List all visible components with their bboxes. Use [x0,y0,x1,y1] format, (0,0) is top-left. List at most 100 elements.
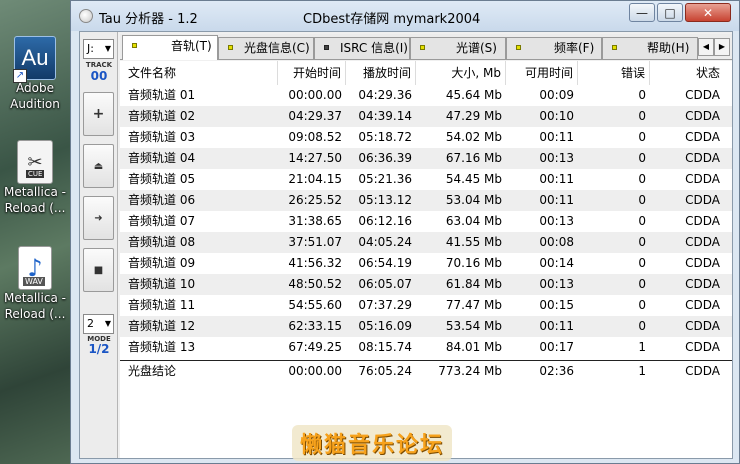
plus-icon: + [92,106,105,122]
table-row[interactable]: 音频轨道 09 41:56.32 06:54.19 70.16 Mb 00:14 0 CDD… [120,253,732,274]
cell-play-time: 04:39.14 [358,109,412,123]
tab-frequency[interactable]: 频率(F) [506,37,602,59]
cell-play-time: 05:16.09 [358,319,412,333]
cell-status: CDDA [685,151,720,165]
cell-errors: 0 [638,256,646,270]
cell-errors: 0 [638,109,646,123]
stop-button[interactable]: ■ [83,248,114,292]
chevron-left-icon[interactable]: ◀ [698,38,714,56]
table-row[interactable]: 音频轨道 13 67:49.25 08:15.74 84.01 Mb 00:17 1 CDD… [120,337,732,358]
maximize-button[interactable]: □ [657,3,683,22]
cell-available-time: 00:09 [539,88,574,102]
cell-errors: 1 [638,340,646,354]
cell-start-time: 67:49.25 [288,340,342,354]
column-header-play[interactable]: 播放时间 [346,61,416,85]
control-panel: J: ▼ TRACK 00 + ⏏ ➜ ■ 2 ▼ MODE 1/2 [80,32,118,458]
tau-analyzer-window: Tau 分析器 - 1.2 CDbest存储网 mymark2004 — □ ✕… [70,0,740,464]
eject-button[interactable]: ⏏ [83,144,114,188]
cell-start-time: 41:56.32 [288,256,342,270]
table-row[interactable]: 音频轨道 02 04:29.37 04:39.14 47.29 Mb 00:10 0 CDD… [120,106,732,127]
cell-errors: 0 [638,151,646,165]
cell-available-time: 02:36 [539,364,574,378]
tab-tracks[interactable]: 音轨(T) [122,35,218,60]
cell-available-time: 00:10 [539,109,574,123]
stop-icon: ■ [93,264,104,276]
column-header-status[interactable]: 状态 [650,61,726,85]
column-header-name[interactable]: 文件名称 [128,61,278,85]
cell-status: CDDA [685,130,720,144]
tab-disc-info[interactable]: 光盘信息(C) [218,37,314,59]
cell-play-time: 06:36.39 [358,151,412,165]
chevron-right-icon[interactable]: ▶ [714,38,730,56]
table-row[interactable]: 音频轨道 05 21:04.15 05:21.36 54.45 Mb 00:11 0 CDD… [120,169,732,190]
cell-size: 61.84 Mb [445,277,502,291]
column-header-errors[interactable]: 错误 [578,61,650,85]
desktop-icon-adobe-audition[interactable]: Au ↗ Adobe Audition [0,36,70,112]
table-row[interactable]: 音频轨道 01 00:00.00 04:29.36 45.64 Mb 00:09 0 CDD… [120,85,732,106]
title-bar[interactable]: Tau 分析器 - 1.2 CDbest存储网 mymark2004 — □ ✕ [71,1,739,31]
cell-available-time: 00:08 [539,235,574,249]
adobe-audition-icon: Au ↗ [13,36,56,83]
status-led-icon [324,45,329,50]
summary-row[interactable]: 光盘结论 00:00.00 76:05.24 773.24 Mb 02:36 1 CDDA [120,360,732,381]
cell-start-time: 04:29.37 [288,109,342,123]
cell-errors: 0 [638,88,646,102]
table-row[interactable]: 音频轨道 08 37:51.07 04:05.24 41.55 Mb 00:08 0 CDD… [120,232,732,253]
cell-start-time: 21:04.15 [288,172,342,186]
mode-select[interactable]: 2 ▼ [83,314,114,334]
column-header-start[interactable]: 开始时间 [278,61,346,85]
client-area: J: ▼ TRACK 00 + ⏏ ➜ ■ 2 ▼ MODE 1/2 音轨(T) 光… [79,31,733,459]
cell-name: 音频轨道 09 [128,256,196,270]
tab-spectrum[interactable]: 光谱(S) [410,37,506,59]
cell-available-time: 00:13 [539,214,574,228]
cell-name: 音频轨道 13 [128,340,196,354]
cell-status: CDDA [685,172,720,186]
cell-available-time: 00:11 [539,319,574,333]
cell-size: 77.47 Mb [445,298,502,312]
cell-start-time: 62:33.15 [288,319,342,333]
table-row[interactable]: 音频轨道 12 62:33.15 05:16.09 53.54 Mb 00:11 0 CDD… [120,316,732,337]
table-row[interactable]: 音频轨道 06 26:25.52 05:13.12 53.04 Mb 00:11 0 CDD… [120,190,732,211]
table-row[interactable]: 音频轨道 11 54:55.60 07:37.29 77.47 Mb 00:15 0 CDD… [120,295,732,316]
table-row[interactable]: 音频轨道 07 31:38.65 06:12.16 63.04 Mb 00:13 0 CDD… [120,211,732,232]
tab-isrc-info[interactable]: ISRC 信息(I) [314,37,410,59]
cell-start-time: 26:25.52 [288,193,342,207]
tab-help[interactable]: 帮助(H) [602,37,698,59]
desktop-icon-cue-file[interactable]: ✂ CUE Metallica - Reload (... [0,140,70,216]
cell-status: CDDA [685,298,720,312]
cell-size: 53.04 Mb [445,193,502,207]
cell-status: CDDA [685,214,720,228]
shortcut-arrow-icon: ↗ [13,69,27,83]
minimize-button[interactable]: — [629,3,655,22]
cell-start-time: 48:50.52 [288,277,342,291]
drive-select[interactable]: J: ▼ [83,39,114,59]
cell-name: 音频轨道 11 [128,298,196,312]
play-button[interactable]: ➜ [83,196,114,240]
cell-name: 音频轨道 05 [128,172,196,186]
cell-start-time: 31:38.65 [288,214,342,228]
table-row[interactable]: 音频轨道 10 48:50.52 06:05.07 61.84 Mb 00:13 0 CDD… [120,274,732,295]
arrow-right-icon: ➜ [94,212,103,224]
cell-size: 54.45 Mb [445,172,502,186]
desktop-icon-wav-file[interactable]: ♪ WAV Metallica - Reload (... [0,246,70,322]
cell-available-time: 00:17 [539,340,574,354]
track-label: TRACK [85,61,113,69]
cell-play-time: 08:15.74 [358,340,412,354]
column-header-size[interactable]: 大小, Mb [416,61,506,85]
column-header-available[interactable]: 可用时间 [506,61,578,85]
cell-start-time: 37:51.07 [288,235,342,249]
mode-fraction: 1/2 [88,342,110,356]
tracks-table: 文件名称 开始时间 播放时间 大小, Mb 可用时间 错误 状态 音频轨道 01… [120,61,732,458]
cell-play-time: 06:05.07 [358,277,412,291]
window-title: Tau 分析器 - 1.2 [99,12,198,27]
table-row[interactable]: 音频轨道 03 09:08.52 05:18.72 54.02 Mb 00:11 0 CDD… [120,127,732,148]
cell-play-time: 76:05.24 [358,364,412,378]
track-number: 00 [90,69,108,83]
cell-size: 47.29 Mb [445,109,502,123]
desktop-icon-label: Metallica - Reload (... [4,185,66,215]
add-button[interactable]: + [83,92,114,136]
table-row[interactable]: 音频轨道 04 14:27.50 06:36.39 67.16 Mb 00:13 0 CDD… [120,148,732,169]
table-header: 文件名称 开始时间 播放时间 大小, Mb 可用时间 错误 状态 [120,61,732,85]
close-button[interactable]: ✕ [685,3,731,22]
cell-errors: 0 [638,235,646,249]
